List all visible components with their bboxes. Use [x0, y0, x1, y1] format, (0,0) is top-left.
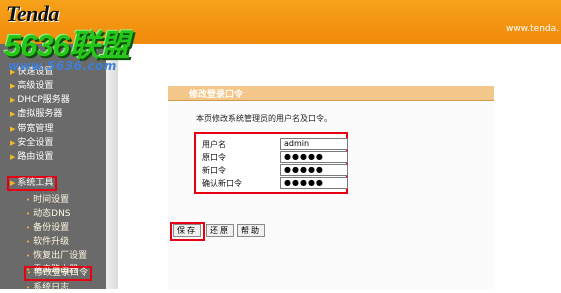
- sidebar-item-backup[interactable]: • 备份设置: [26, 220, 69, 233]
- sidebar-item-virtual-server[interactable]: ▶ 虚拟服务器: [10, 106, 62, 119]
- username-field[interactable]: admin: [280, 138, 348, 150]
- sidebar-item-firmware[interactable]: • 软件升级: [26, 234, 69, 247]
- arrow-right-icon: ▶: [10, 82, 16, 90]
- confirm-password-row: 确认新口令 ●●●●●: [202, 177, 348, 189]
- old-password-label: 原口令: [202, 153, 226, 162]
- restore-button[interactable]: 还原: [206, 224, 234, 237]
- username-row: 用户名 admin: [202, 138, 348, 150]
- sidebar-item-advanced[interactable]: ▶ 高级设置: [10, 78, 53, 91]
- watermark-url: www.5636.com: [8, 59, 117, 73]
- username-label: 用户名: [202, 140, 226, 149]
- sidebar-item-security[interactable]: ▶ 安全设置: [10, 135, 53, 148]
- new-password-field[interactable]: ●●●●●: [280, 164, 348, 176]
- panel-title-bar: 修改登录口令: [168, 86, 494, 101]
- sidebar-item-factory-reset[interactable]: • 恢复出厂设置: [26, 248, 87, 261]
- panel-title: 修改登录口令: [189, 90, 244, 100]
- old-password-field[interactable]: ●●●●●: [280, 151, 348, 163]
- old-password-row: 原口令 ●●●●●: [202, 151, 348, 163]
- header-url: www.tenda.: [506, 24, 559, 34]
- bullet-icon: •: [26, 224, 31, 232]
- new-password-row: 新口令 ●●●●●: [202, 164, 348, 176]
- sidebar-divider: [106, 44, 118, 289]
- bullet-icon: •: [26, 252, 31, 260]
- bullet-icon: •: [27, 269, 32, 277]
- arrow-right-icon: ▶: [10, 125, 16, 133]
- button-row: 保存 还原 帮助: [168, 222, 494, 241]
- sidebar-item-dhcp[interactable]: ▶ DHCP服务器: [10, 92, 70, 105]
- help-button[interactable]: 帮助: [237, 224, 265, 237]
- save-button[interactable]: 保存: [173, 224, 201, 237]
- arrow-right-icon: ▶: [10, 139, 16, 147]
- arrow-right-icon: ▶: [10, 110, 16, 118]
- credentials-form: 用户名 admin 原口令 ●●●●● 新口令 ●●●●● 确认新口令 ●●●●…: [194, 132, 348, 194]
- sidebar-nav: ▶ 快速设置 ▶ 高级设置 ▶ DHCP服务器 ▶ 虚拟服务器 ▶ 带宽管理 ▶ 安全设置 …: [0, 44, 106, 293]
- sidebar-item-routing[interactable]: ▶ 路由设置: [10, 149, 53, 162]
- arrow-right-icon: ▶: [10, 153, 16, 161]
- change-password-panel: 修改登录口令 本页修改系统管理员的用户名及口令。 用户名 admin 原口令 ●…: [168, 86, 494, 289]
- sidebar-item-time[interactable]: • 时间设置: [26, 192, 69, 205]
- arrow-right-icon: ▶: [10, 96, 16, 104]
- bullet-icon: •: [26, 210, 31, 218]
- bullet-icon: •: [26, 196, 31, 204]
- sidebar-item-system-log[interactable]: • 系统日志: [26, 280, 69, 293]
- confirm-password-field[interactable]: ●●●●●: [280, 177, 348, 189]
- confirm-password-label: 确认新口令: [202, 179, 242, 188]
- sidebar-item-system-tools[interactable]: ▶ 系统工具: [7, 176, 58, 191]
- bullet-icon: •: [26, 284, 31, 292]
- sidebar-item-ddns[interactable]: • 动态DNS: [26, 206, 71, 219]
- sidebar-item-change-password[interactable]: • 修改登录口令: [24, 266, 93, 281]
- bullet-icon: •: [26, 238, 31, 246]
- panel-description: 本页修改系统管理员的用户名及口令。: [196, 114, 332, 123]
- new-password-label: 新口令: [202, 166, 226, 175]
- sidebar-item-bandwidth[interactable]: ▶ 带宽管理: [10, 121, 53, 134]
- arrow-right-icon: ▶: [10, 179, 16, 187]
